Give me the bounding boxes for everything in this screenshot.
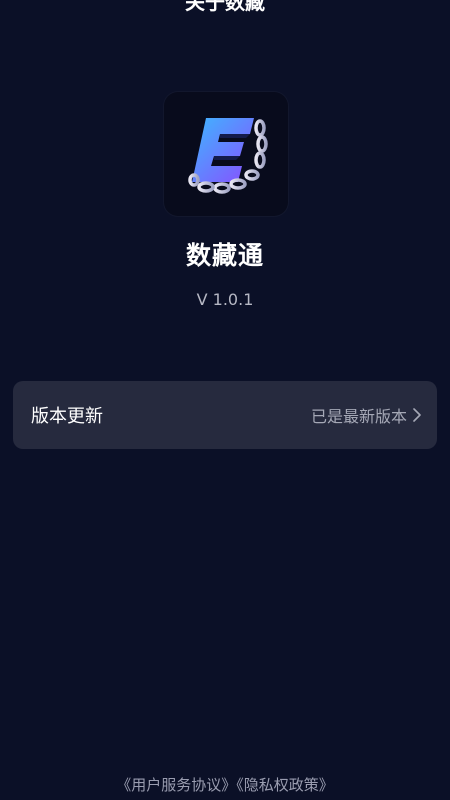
privacy-policy-link[interactable]: 《隐私权政策》 — [236, 776, 334, 794]
version-update-label: 版本更新 — [31, 406, 103, 427]
user-agreement-link[interactable]: 《用户服务协议》 — [116, 776, 236, 794]
chevron-right-icon — [413, 408, 421, 422]
version-update-row[interactable]: 版本更新 已是最新版本 — [13, 381, 437, 449]
version-update-status-group: 已是最新版本 — [311, 403, 421, 427]
footer-links: 《用户服务协议》《隐私权政策》 — [0, 774, 450, 795]
app-logo — [164, 92, 288, 216]
page-title: 关于数藏 — [185, 0, 265, 14]
chain-letter-e-logo-icon — [188, 118, 268, 194]
app-version: V 1.0.1 — [196, 290, 254, 309]
app-name: 数藏通 — [185, 241, 264, 270]
version-status-text: 已是最新版本 — [310, 407, 407, 426]
about-page: 关于数藏 数藏通 V 1.0.1 版本更新 已是最新版本 《用户服务协议》《隐私… — [0, 0, 450, 800]
